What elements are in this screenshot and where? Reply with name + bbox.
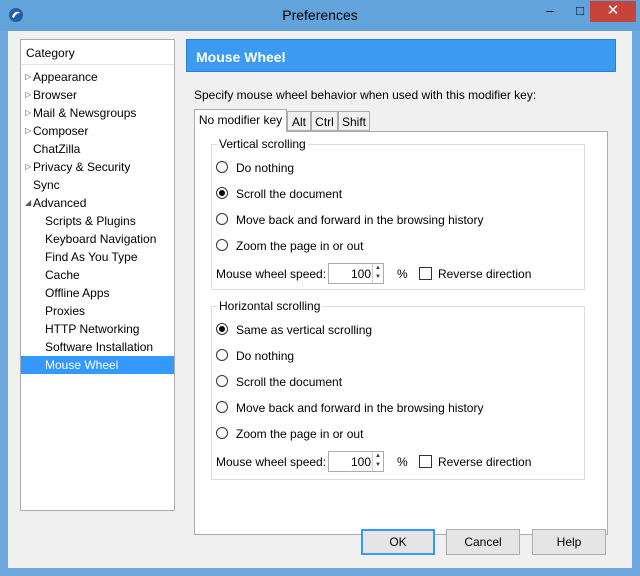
category-header-label: Category — [26, 46, 75, 60]
sidebar-item[interactable]: ▷ Privacy & Security — [21, 158, 174, 176]
radio-label[interactable]: Do nothing — [236, 347, 294, 365]
expand-arrow-icon[interactable]: ▷ — [25, 104, 31, 122]
radio-label[interactable]: Zoom the page in or out — [236, 237, 363, 255]
sidebar-item[interactable]: HTTP Networking — [21, 320, 174, 338]
sidebar-item-label: Mouse Wheel — [45, 358, 119, 372]
sidebar-item[interactable]: Mouse Wheel — [21, 356, 174, 374]
sidebar-item-label: Advanced — [33, 196, 87, 210]
sidebar-item[interactable]: Cache — [21, 266, 174, 284]
vertical-speed-unit: % — [397, 267, 408, 281]
content-area: Mouse Wheel Specify mouse wheel behavior… — [186, 39, 616, 535]
horizontal-reverse-label[interactable]: Reverse direction — [438, 453, 531, 471]
radio-button[interactable] — [216, 213, 228, 225]
vertical-reverse-checkbox[interactable] — [419, 267, 432, 280]
sidebar-item-label: Cache — [45, 268, 80, 282]
expand-arrow-icon[interactable]: ▷ — [25, 68, 31, 86]
category-tree[interactable]: Category ▷ Appearance ▷ Browser ▷ Mail & News… — [20, 39, 175, 511]
sidebar-item-label: Scripts & Plugins — [45, 214, 136, 228]
horizontal-speed-unit: % — [397, 455, 408, 469]
mouse-wheel-panel: Specify mouse wheel behavior when used w… — [194, 79, 608, 535]
vertical-scrolling-legend: Vertical scrolling — [217, 137, 308, 151]
ok-button[interactable]: OK — [361, 529, 435, 555]
sidebar-item-label: Appearance — [33, 70, 98, 84]
sidebar-item[interactable]: ▷ Browser — [21, 86, 174, 104]
instruction-text: Specify mouse wheel behavior when used w… — [194, 88, 537, 102]
radio-label[interactable]: Move back and forward in the browsing hi… — [236, 399, 483, 417]
horizontal-scrolling-legend: Horizontal scrolling — [217, 299, 323, 313]
sidebar-item[interactable]: Sync — [21, 176, 174, 194]
radio-button[interactable] — [216, 427, 228, 439]
sidebar-item[interactable]: ▷ Composer — [21, 122, 174, 140]
spinner-arrows-icon[interactable]: ▲ ▼ — [372, 264, 383, 283]
preferences-window: Preferences – □ ✕ Category ▷ Appearance ▷ B… — [0, 0, 640, 576]
dialog-body: Category ▷ Appearance ▷ Browser ▷ Mail & News… — [8, 31, 632, 568]
expand-arrow-icon[interactable]: ▷ — [25, 158, 31, 176]
sidebar-item[interactable]: Keyboard Navigation — [21, 230, 174, 248]
vertical-reverse-label[interactable]: Reverse direction — [438, 265, 531, 283]
horizontal-speed-spinner[interactable]: 100 ▲ ▼ — [328, 451, 384, 472]
horizontal-speed-label: Mouse wheel speed: — [216, 455, 327, 469]
sidebar-item-label: Offline Apps — [45, 286, 110, 300]
vertical-speed-value: 100 — [350, 267, 371, 281]
sidebar-item[interactable]: ▷ Mail & Newsgroups — [21, 104, 174, 122]
page-title: Mouse Wheel — [196, 49, 286, 65]
sidebar-item[interactable]: Proxies — [21, 302, 174, 320]
sidebar-item-label: ChatZilla — [33, 142, 81, 156]
minimize-button[interactable]: – — [535, 1, 565, 22]
vertical-speed-label: Mouse wheel speed: — [216, 267, 327, 281]
radio-button[interactable] — [216, 161, 228, 173]
horizontal-speed-value: 100 — [350, 455, 371, 469]
tab-no-modifier-key[interactable]: No modifier key — [194, 109, 287, 132]
radio-button[interactable] — [216, 239, 228, 251]
collapse-arrow-icon[interactable]: ◢ — [25, 194, 31, 212]
sidebar-item-label: HTTP Networking — [45, 322, 140, 336]
sidebar-item-label: Keyboard Navigation — [45, 232, 157, 246]
radio-label[interactable]: Scroll the document — [236, 373, 342, 391]
sidebar-item[interactable]: Find As You Type — [21, 248, 174, 266]
page-banner: Mouse Wheel — [186, 39, 616, 72]
radio-button[interactable] — [216, 401, 228, 413]
radio-button[interactable] — [216, 323, 228, 335]
vertical-scrolling-group: Vertical scrolling Do nothing Scroll the … — [211, 137, 585, 290]
expand-arrow-icon[interactable]: ▷ — [25, 86, 31, 104]
sidebar-item-label: Mail & Newsgroups — [33, 106, 137, 120]
vertical-speed-spinner[interactable]: 100 ▲ ▼ — [328, 263, 384, 284]
radio-label[interactable]: Move back and forward in the browsing hi… — [236, 211, 483, 229]
tab-ctrl[interactable]: Ctrl — [311, 111, 338, 131]
category-header[interactable]: Category — [21, 40, 174, 65]
horizontal-reverse-checkbox[interactable] — [419, 455, 432, 468]
sidebar-item[interactable]: Scripts & Plugins — [21, 212, 174, 230]
sidebar-item-label: Browser — [33, 88, 78, 102]
sidebar-item[interactable]: ▷ Appearance — [21, 68, 174, 86]
radio-button[interactable] — [216, 375, 228, 387]
sidebar-item-label: Sync — [33, 178, 60, 192]
radio-label[interactable]: Do nothing — [236, 159, 294, 177]
horizontal-scrolling-group: Horizontal scrolling Same as vertical sc… — [211, 299, 585, 480]
sidebar-item-label: Composer — [33, 124, 89, 138]
sidebar-item[interactable]: ChatZilla — [21, 140, 174, 158]
expand-arrow-icon[interactable]: ▷ — [25, 122, 31, 140]
sidebar-item-label: Proxies — [45, 304, 86, 318]
radio-label[interactable]: Zoom the page in or out — [236, 425, 363, 443]
tab-content: Vertical scrolling Do nothing Scroll the … — [194, 131, 608, 535]
sidebar-item[interactable]: Software Installation — [21, 338, 174, 356]
help-button[interactable]: Help — [532, 529, 606, 555]
spinner-arrows-icon[interactable]: ▲ ▼ — [372, 452, 383, 471]
sidebar-item-label: Find As You Type — [45, 250, 138, 264]
sidebar-item-label: Privacy & Security — [33, 160, 131, 174]
cancel-button[interactable]: Cancel — [446, 529, 520, 555]
title-bar[interactable]: Preferences – □ ✕ — [0, 0, 640, 31]
close-button[interactable]: ✕ — [590, 1, 636, 22]
sidebar-item[interactable]: Offline Apps — [21, 284, 174, 302]
radio-label[interactable]: Same as vertical scrolling — [236, 321, 372, 339]
sidebar-item-label: Software Installation — [45, 340, 154, 354]
radio-label[interactable]: Scroll the document — [236, 185, 342, 203]
radio-button[interactable] — [216, 349, 228, 361]
sidebar-item[interactable]: ◢ Advanced — [21, 194, 174, 212]
tab-alt[interactable]: Alt — [287, 111, 311, 131]
radio-button[interactable] — [216, 187, 228, 199]
tab-shift[interactable]: Shift — [338, 111, 370, 131]
